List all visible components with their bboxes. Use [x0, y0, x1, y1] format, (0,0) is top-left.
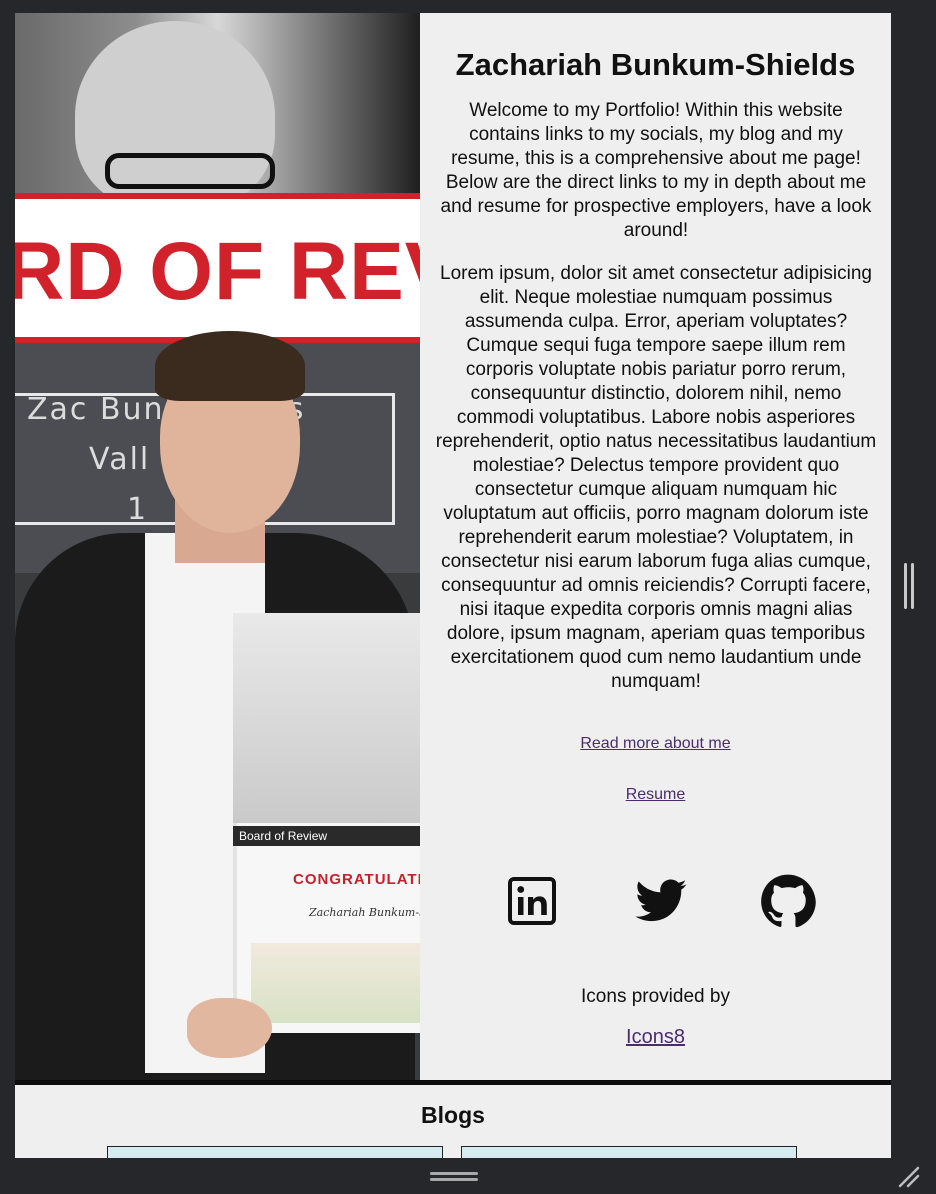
photo-certificate-title: CONGRATULATIO — [293, 871, 420, 888]
linkedin-link[interactable] — [504, 873, 560, 929]
hero-section: RD OF REVIE Zac Bunk s Vall 1 Board of R… — [15, 13, 891, 1080]
icons8-link[interactable]: Icons8 — [626, 1026, 685, 1048]
blog-card[interactable] — [461, 1146, 797, 1158]
page-viewport: RD OF REVIE Zac Bunk s Vall 1 Board of R… — [15, 13, 891, 1158]
icons8-link-wrapper: Icons8 — [420, 1025, 891, 1049]
photo-certificate-folder — [233, 613, 420, 828]
side-panel-drag-handle[interactable] — [902, 563, 916, 609]
icons-credit-text: Icons provided by — [581, 986, 730, 1007]
photo-certificate-name: Zachariah Bunkum-Shie — [309, 906, 420, 919]
about-panel: Zachariah Bunkum-Shields Welcome to my P… — [420, 13, 891, 1080]
resume-link[interactable]: Resume — [626, 786, 686, 803]
page-title: Zachariah Bunkum-Shields — [455, 47, 856, 82]
about-link-wrapper: Read more about me — [420, 734, 891, 754]
blogs-heading: Blogs — [421, 1102, 485, 1128]
grip-bar — [911, 563, 914, 609]
intro-paragraph: Welcome to my Portfolio! Within this web… — [440, 100, 872, 241]
resize-grip-icon[interactable] — [896, 1164, 922, 1190]
photo-certificate-band — [251, 943, 420, 1023]
photo-hand — [187, 998, 272, 1058]
twitter-icon — [635, 879, 687, 922]
bio-paragraph: Lorem ipsum, dolor sit amet consectetur … — [435, 263, 877, 692]
grip-bar — [430, 1178, 478, 1181]
blog-card[interactable] — [107, 1146, 443, 1158]
read-more-about-me-link[interactable]: Read more about me — [580, 735, 730, 752]
resume-link-wrapper: Resume — [420, 785, 891, 805]
social-links — [420, 873, 891, 929]
photo-certificate-header: Board of Review — [233, 826, 420, 846]
twitter-link[interactable] — [632, 873, 688, 929]
linkedin-icon — [508, 877, 556, 925]
photo-portrait-glasses — [105, 153, 275, 189]
blogs-section: Blogs — [15, 1085, 891, 1158]
bottom-panel-drag-handle[interactable] — [430, 1171, 478, 1183]
github-icon — [761, 874, 816, 928]
github-link[interactable] — [760, 873, 816, 929]
grip-bar — [430, 1172, 478, 1175]
photo-hair — [155, 331, 305, 401]
grip-bar — [904, 563, 907, 609]
photo-banner-text: RD OF REVIE — [15, 226, 420, 317]
profile-photo: RD OF REVIE Zac Bunk s Vall 1 Board of R… — [15, 13, 420, 1080]
